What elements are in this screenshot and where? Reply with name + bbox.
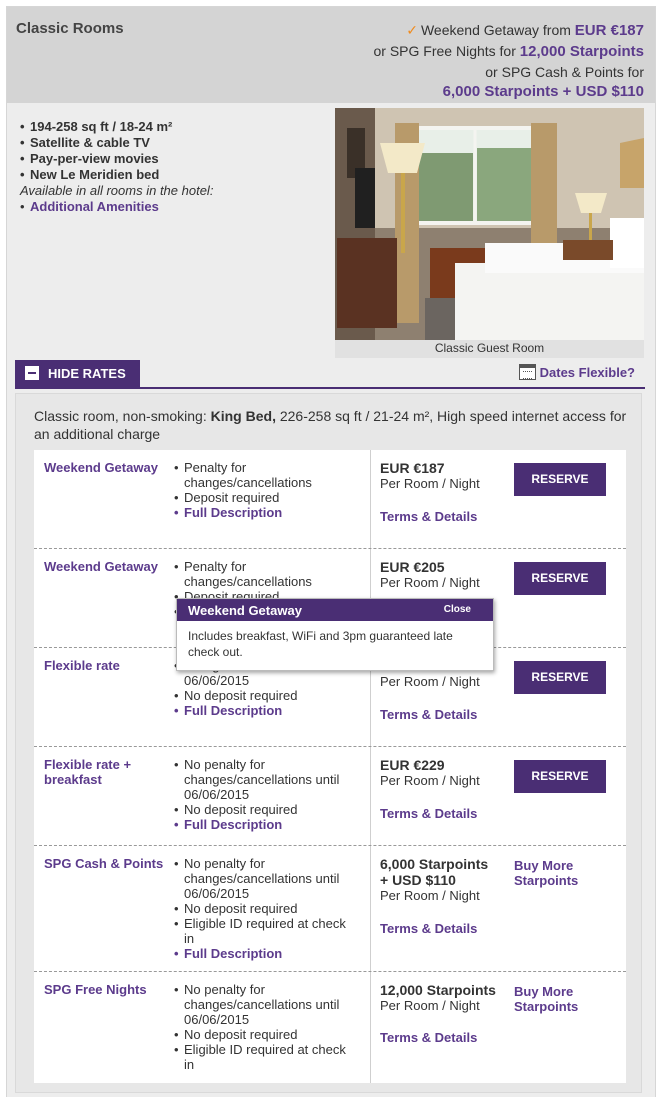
rate-table: Weekend Getaway Penalty for changes/canc…: [34, 450, 626, 1083]
rate-price: EUR €205: [380, 559, 445, 575]
rate-row: Weekend Getaway Penalty for changes/canc…: [34, 450, 626, 549]
price-line-1-price: EUR €187: [574, 22, 644, 39]
room-card: Classic Rooms ✓ Weekend Getaway from EUR …: [6, 6, 656, 1097]
terms-details-link[interactable]: Terms & Details: [380, 1030, 477, 1045]
photo-caption: Classic Guest Room: [434, 341, 545, 355]
feature-item: • 194-258 sq ft / 18-24 m²: [20, 119, 173, 134]
popup-body: Includes breakfast, WiFi and 3pm guarant…: [188, 629, 453, 659]
reserve-button[interactable]: RESERVE: [514, 760, 606, 793]
popup-close-button[interactable]: Close: [444, 604, 471, 615]
rate-price-column: 6,000 Starpoints + USD $110 Per Room / N…: [370, 846, 500, 971]
hide-rates-label: HIDE RATES: [48, 366, 126, 381]
rate-name: Weekend Getaway: [44, 460, 158, 475]
dates-flexible-label: Dates Flexible?: [539, 365, 635, 380]
available-note: Available in all rooms in the hotel:: [20, 183, 214, 198]
per-room-night: Per Room / Night: [380, 674, 480, 689]
rate-price: EUR €229: [380, 757, 445, 773]
rate-price: 6,000 Starpoints + USD $110: [380, 856, 489, 888]
condition-item: No deposit required: [174, 901, 359, 916]
dates-flexible-link[interactable]: Dates Flexible?: [518, 364, 635, 380]
buy-more-starpoints-link[interactable]: Buy More Starpoints: [514, 858, 604, 888]
rate-conditions: No penalty for changes/cancellations unt…: [174, 982, 359, 1072]
rate-price-column: 12,000 Starpoints Per Room / Night Terms…: [370, 972, 500, 1083]
condition-item: No deposit required: [174, 802, 359, 817]
rate-row: SPG Cash & Points No penalty for changes…: [34, 846, 626, 972]
reserve-button[interactable]: RESERVE: [514, 661, 606, 694]
buy-more-starpoints-link[interactable]: Buy More Starpoints: [514, 984, 604, 1014]
price-line-3: or SPG Cash & Points for: [485, 64, 644, 80]
per-room-night: Per Room / Night: [380, 888, 480, 903]
condition-item: No deposit required: [174, 688, 359, 703]
condition-item: Penalty for changes/cancellations: [174, 460, 359, 490]
feature-item: • New Le Meridien bed: [20, 167, 160, 182]
terms-details-link[interactable]: Terms & Details: [380, 806, 477, 821]
full-description-link[interactable]: Full Description: [174, 703, 359, 718]
rate-name: Weekend Getaway: [44, 559, 158, 574]
rate-conditions: No penalty for changes/cancellations unt…: [174, 856, 359, 961]
popup-title: Weekend Getaway: [188, 603, 302, 618]
full-description-link[interactable]: Full Description: [174, 817, 359, 832]
room-photo[interactable]: Classic Guest Room: [335, 108, 644, 358]
room-features: • 194-258 sq ft / 18-24 m² • Satellite & c…: [20, 119, 213, 215]
full-description-link[interactable]: Full Description: [174, 946, 359, 961]
rate-conditions: No penalty for changes/cancellations unt…: [174, 757, 359, 832]
price-line-2-price: 12,000 Starpoints: [519, 43, 644, 60]
room-header: Classic Rooms ✓ Weekend Getaway from EUR …: [7, 7, 655, 103]
rate-row: SPG Free Nights No penalty for changes/c…: [34, 972, 626, 1083]
rate-name: SPG Free Nights: [44, 982, 147, 997]
per-room-night: Per Room / Night: [380, 998, 480, 1013]
rate-row: Flexible rate + breakfast No penalty for…: [34, 747, 626, 846]
check-icon: ✓: [406, 22, 418, 38]
rate-name: Flexible rate + breakfast: [44, 757, 132, 787]
full-description-link[interactable]: Full Description: [174, 505, 359, 520]
condition-item: No deposit required: [174, 1027, 359, 1042]
rate-price: EUR €187: [380, 460, 445, 476]
rate-info-popup: Weekend Getaway Close Includes breakfast…: [176, 598, 494, 671]
terms-details-link[interactable]: Terms & Details: [380, 509, 477, 524]
rate-name: Flexible rate: [44, 658, 120, 673]
rates-panel: Classic room, non-smoking: King Bed, 226…: [15, 393, 642, 1093]
feature-item: • Pay-per-view movies: [20, 151, 159, 166]
price-line-4-price: 6,000 Starpoints + USD $110: [442, 83, 644, 100]
rate-price-column: EUR €229 Per Room / Night Terms & Detail…: [370, 747, 500, 845]
condition-item: Deposit required: [174, 490, 359, 505]
price-line-1-prefix: Weekend Getaway from: [420, 22, 571, 38]
condition-item: No penalty for changes/cancellations unt…: [174, 856, 359, 901]
condition-item: Eligible ID required at check in: [174, 1042, 359, 1072]
price-line-2-prefix: or SPG Free Nights for: [373, 43, 516, 59]
reserve-button[interactable]: RESERVE: [514, 463, 606, 496]
rate-price: 12,000 Starpoints: [380, 982, 496, 998]
room-photo-image: [335, 108, 644, 340]
terms-details-link[interactable]: Terms & Details: [380, 707, 477, 722]
minus-icon: [25, 366, 39, 380]
calendar-icon: [518, 364, 536, 380]
popup-header: Weekend Getaway Close: [177, 599, 493, 621]
bed-type: King Bed,: [210, 408, 276, 424]
condition-item: No penalty for changes/cancellations unt…: [174, 757, 359, 802]
additional-amenities-link[interactable]: Additional Amenities: [30, 199, 159, 214]
rate-name: SPG Cash & Points: [44, 856, 164, 871]
condition-item: Penalty for changes/cancellations: [174, 559, 359, 589]
hide-rates-button[interactable]: HIDE RATES: [15, 360, 140, 387]
room-title: Classic Rooms: [16, 20, 124, 37]
condition-item: No penalty for changes/cancellations unt…: [174, 982, 359, 1027]
per-room-night: Per Room / Night: [380, 773, 480, 788]
condition-item: Eligible ID required at check in: [174, 916, 359, 946]
rate-price-column: EUR €187 Per Room / Night Terms & Detail…: [370, 450, 500, 548]
feature-item: • Satellite & cable TV: [20, 135, 150, 150]
amenities-item: • Additional Amenities: [20, 199, 159, 214]
reserve-button[interactable]: RESERVE: [514, 562, 606, 595]
rate-conditions: Penalty for changes/cancellations Deposi…: [174, 460, 359, 520]
per-room-night: Per Room / Night: [380, 476, 480, 491]
per-room-night: Per Room / Night: [380, 575, 480, 590]
divider: [15, 387, 645, 389]
terms-details-link[interactable]: Terms & Details: [380, 921, 477, 936]
price-summary: ✓ Weekend Getaway from EUR €187 or SPG Fr…: [374, 20, 645, 102]
room-type-description: Classic room, non-smoking: King Bed, 226…: [34, 408, 627, 442]
